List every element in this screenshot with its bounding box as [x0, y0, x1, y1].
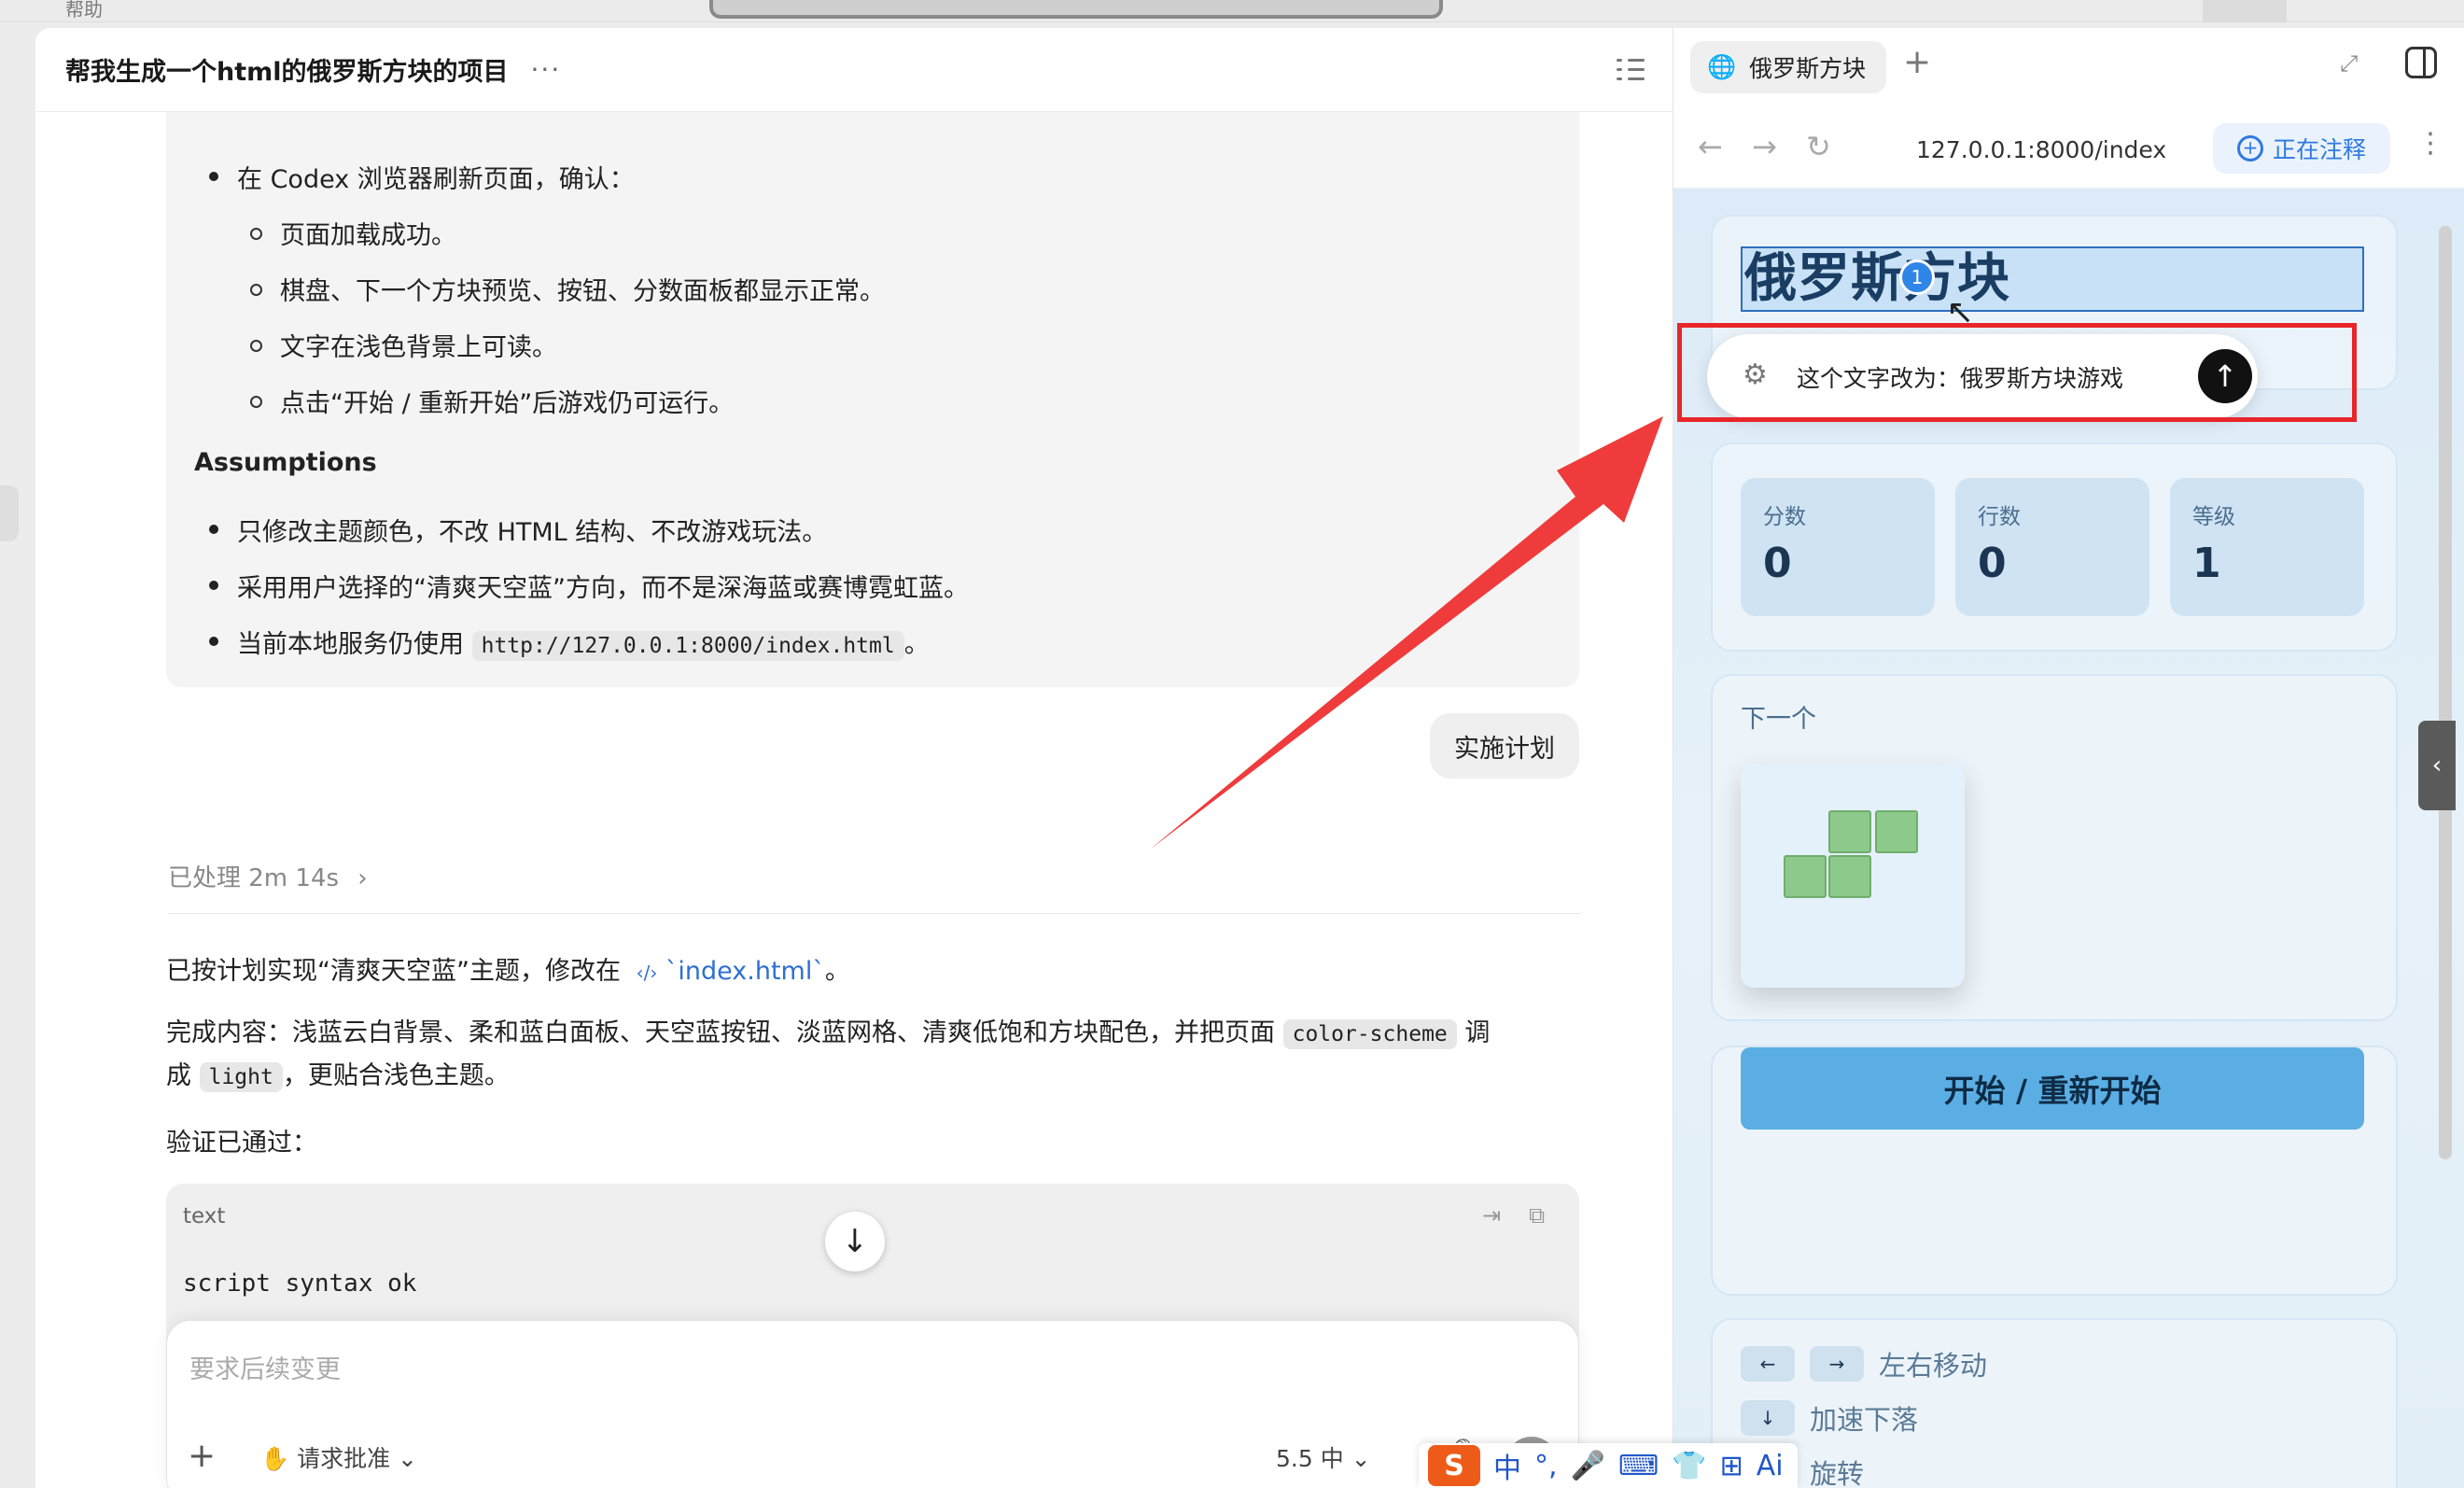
- ime-skin-icon[interactable]: 👕: [1672, 1450, 1706, 1482]
- sogou-icon[interactable]: S: [1428, 1445, 1480, 1486]
- red-arrow-annotation: [1150, 416, 1663, 849]
- ime-voice-icon[interactable]: 🎤: [1571, 1450, 1605, 1482]
- ime-punctuation[interactable]: °,: [1534, 1450, 1558, 1482]
- ime-chinese-mode[interactable]: 中: [1493, 1445, 1521, 1486]
- ime-grid-icon[interactable]: ⊞: [1720, 1450, 1743, 1482]
- ime-toolbar: S 中 °, 🎤 ⌨ 👕 ⊞ Ai: [1419, 1443, 1798, 1488]
- ime-keyboard-icon[interactable]: ⌨: [1618, 1450, 1659, 1482]
- red-arrow-shape: [1150, 416, 1663, 849]
- ime-ai-icon[interactable]: Ai: [1757, 1450, 1784, 1482]
